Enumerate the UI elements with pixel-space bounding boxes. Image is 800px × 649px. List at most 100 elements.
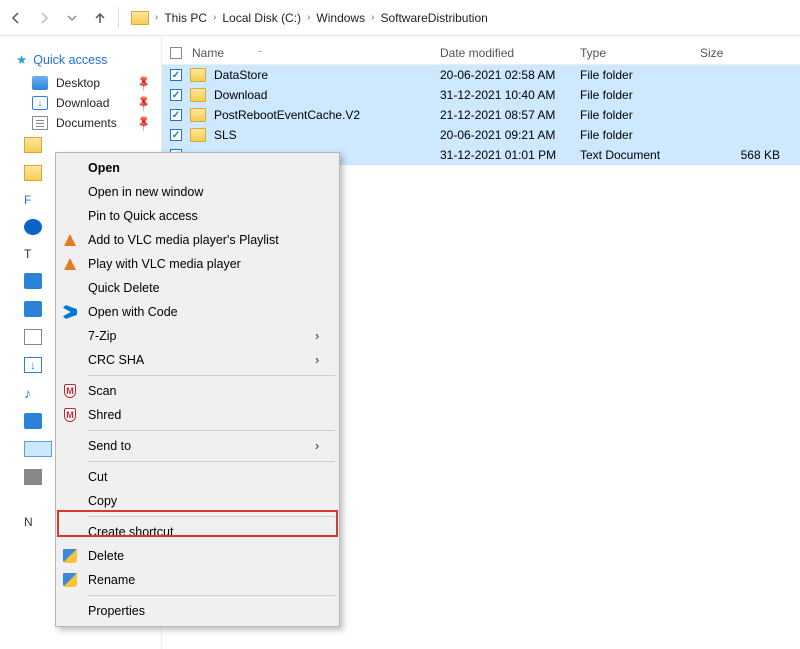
- vlc-icon: [62, 256, 78, 272]
- object3d-icon[interactable]: [24, 273, 42, 289]
- menu-item-label: Copy: [88, 494, 315, 508]
- menu-item[interactable]: Play with VLC media player: [58, 252, 337, 276]
- documents-icon: [32, 116, 48, 130]
- sidebar-item-label: Documents: [56, 116, 117, 130]
- file-rows: ✓ DataStore 20-06-2021 02:58 AM File folder…: [162, 65, 800, 165]
- sort-indicator-icon: ⌃: [256, 50, 264, 57]
- breadcrumb[interactable]: › This PC › Local Disk (C:) › Windows › …: [127, 4, 794, 32]
- menu-item[interactable]: MScan: [58, 379, 337, 403]
- menu-item[interactable]: 7-Zip›: [58, 324, 337, 348]
- menu-item-label: Quick Delete: [88, 281, 315, 295]
- menu-separator: [88, 516, 335, 517]
- pin-icon: 📌: [135, 74, 154, 93]
- menu-item[interactable]: Open: [58, 156, 337, 180]
- row-checkbox[interactable]: ✓: [170, 69, 182, 81]
- file-date: 31-12-2021 10:40 AM: [440, 88, 580, 102]
- folder-icon: [190, 88, 206, 102]
- mcafee-icon: M: [62, 407, 78, 423]
- drive-icon[interactable]: [24, 469, 42, 485]
- file-name: PostRebootEventCache.V2: [214, 108, 360, 122]
- column-name[interactable]: Name ⌃: [170, 46, 440, 60]
- menu-item[interactable]: Create shortcut: [58, 520, 337, 544]
- column-headers: Name ⌃ Date modified Type Size: [162, 36, 800, 65]
- file-row[interactable]: ✓Download31-12-2021 10:40 AMFile folder: [162, 85, 800, 105]
- folder-icon[interactable]: [24, 165, 42, 181]
- menu-item-label: Open: [88, 161, 315, 175]
- column-label: Name: [192, 46, 224, 60]
- address-bar: › This PC › Local Disk (C:) › Windows › …: [0, 0, 800, 36]
- blank-icon: [62, 184, 78, 200]
- menu-item[interactable]: Copy: [58, 489, 337, 513]
- menu-item-label: Properties: [88, 604, 315, 618]
- crumb-this-pc[interactable]: This PC: [164, 11, 207, 25]
- blank-icon: [62, 208, 78, 224]
- menu-item-label: CRC SHA: [88, 353, 315, 367]
- file-type: Text Document: [580, 148, 700, 162]
- menu-item-label: Delete: [88, 549, 315, 563]
- menu-item[interactable]: Pin to Quick access: [58, 204, 337, 228]
- shield-icon: [62, 548, 78, 564]
- menu-item-label: Pin to Quick access: [88, 209, 315, 223]
- blank-icon: [62, 352, 78, 368]
- folder-icon: [190, 108, 206, 122]
- crumb-local-disk[interactable]: Local Disk (C:): [222, 11, 301, 25]
- column-date[interactable]: Date modified: [440, 46, 580, 60]
- file-row[interactable]: ✓DataStore20-06-2021 02:58 AMFile folder: [162, 65, 800, 85]
- select-all-checkbox[interactable]: [170, 47, 182, 59]
- blank-icon: [62, 438, 78, 454]
- row-checkbox[interactable]: ✓: [170, 129, 182, 141]
- menu-item[interactable]: Properties: [58, 599, 337, 623]
- menu-item[interactable]: MShred: [58, 403, 337, 427]
- blank-icon: [62, 603, 78, 619]
- submenu-arrow-icon: ›: [315, 439, 333, 453]
- forward-button[interactable]: [34, 8, 54, 28]
- folder-icon[interactable]: [24, 137, 42, 153]
- menu-item[interactable]: Rename: [58, 568, 337, 592]
- sidebar-item-label: Download: [56, 96, 109, 110]
- sidebar-item-documents[interactable]: Documents 📌: [0, 113, 161, 133]
- menu-item[interactable]: Cut: [58, 465, 337, 489]
- sidebar-item-selected[interactable]: [24, 441, 52, 457]
- download-icon[interactable]: ↓: [24, 357, 42, 373]
- documents-icon[interactable]: [24, 329, 42, 345]
- file-date: 31-12-2021 01:01 PM: [440, 148, 580, 162]
- row-checkbox[interactable]: ✓: [170, 89, 182, 101]
- row-checkbox[interactable]: ✓: [170, 109, 182, 121]
- menu-item[interactable]: Add to VLC media player's Playlist: [58, 228, 337, 252]
- menu-item[interactable]: Open in new window: [58, 180, 337, 204]
- chevron-right-icon: ›: [307, 12, 310, 23]
- onedrive-icon[interactable]: [24, 219, 42, 235]
- sidebar-item-desktop[interactable]: Desktop 📌: [0, 73, 161, 93]
- chevron-right-icon: ›: [155, 12, 158, 23]
- quick-access-label: Quick access: [33, 53, 107, 67]
- separator: [118, 7, 119, 29]
- menu-item[interactable]: CRC SHA›: [58, 348, 337, 372]
- back-button[interactable]: [6, 8, 26, 28]
- column-type[interactable]: Type: [580, 46, 700, 60]
- sidebar-item-label: Desktop: [56, 76, 100, 90]
- file-row[interactable]: ✓SLS20-06-2021 09:21 AMFile folder: [162, 125, 800, 145]
- menu-item[interactable]: Open with Code: [58, 300, 337, 324]
- menu-item[interactable]: Send to›: [58, 434, 337, 458]
- crumb-softwaredistribution[interactable]: SoftwareDistribution: [380, 11, 487, 25]
- chevron-right-icon: ›: [371, 12, 374, 23]
- sidebar-item-download[interactable]: ↓ Download 📌: [0, 93, 161, 113]
- file-date: 20-06-2021 09:21 AM: [440, 128, 580, 142]
- menu-item[interactable]: Quick Delete: [58, 276, 337, 300]
- file-type: File folder: [580, 108, 700, 122]
- pictures-icon[interactable]: [24, 413, 42, 429]
- up-button[interactable]: [90, 8, 110, 28]
- column-size[interactable]: Size: [700, 46, 800, 60]
- menu-item-label: Cut: [88, 470, 315, 484]
- file-name: DataStore: [214, 68, 268, 82]
- file-date: 20-06-2021 02:58 AM: [440, 68, 580, 82]
- desktop-icon[interactable]: [24, 301, 42, 317]
- quick-access-header[interactable]: ★ Quick access: [0, 48, 161, 73]
- recent-dropdown[interactable]: [62, 8, 82, 28]
- file-row[interactable]: ✓PostRebootEventCache.V221-12-2021 08:57…: [162, 105, 800, 125]
- menu-item[interactable]: Delete: [58, 544, 337, 568]
- menu-item-label: Send to: [88, 439, 315, 453]
- submenu-arrow-icon: ›: [315, 353, 333, 367]
- menu-separator: [88, 595, 335, 596]
- crumb-windows[interactable]: Windows: [316, 11, 365, 25]
